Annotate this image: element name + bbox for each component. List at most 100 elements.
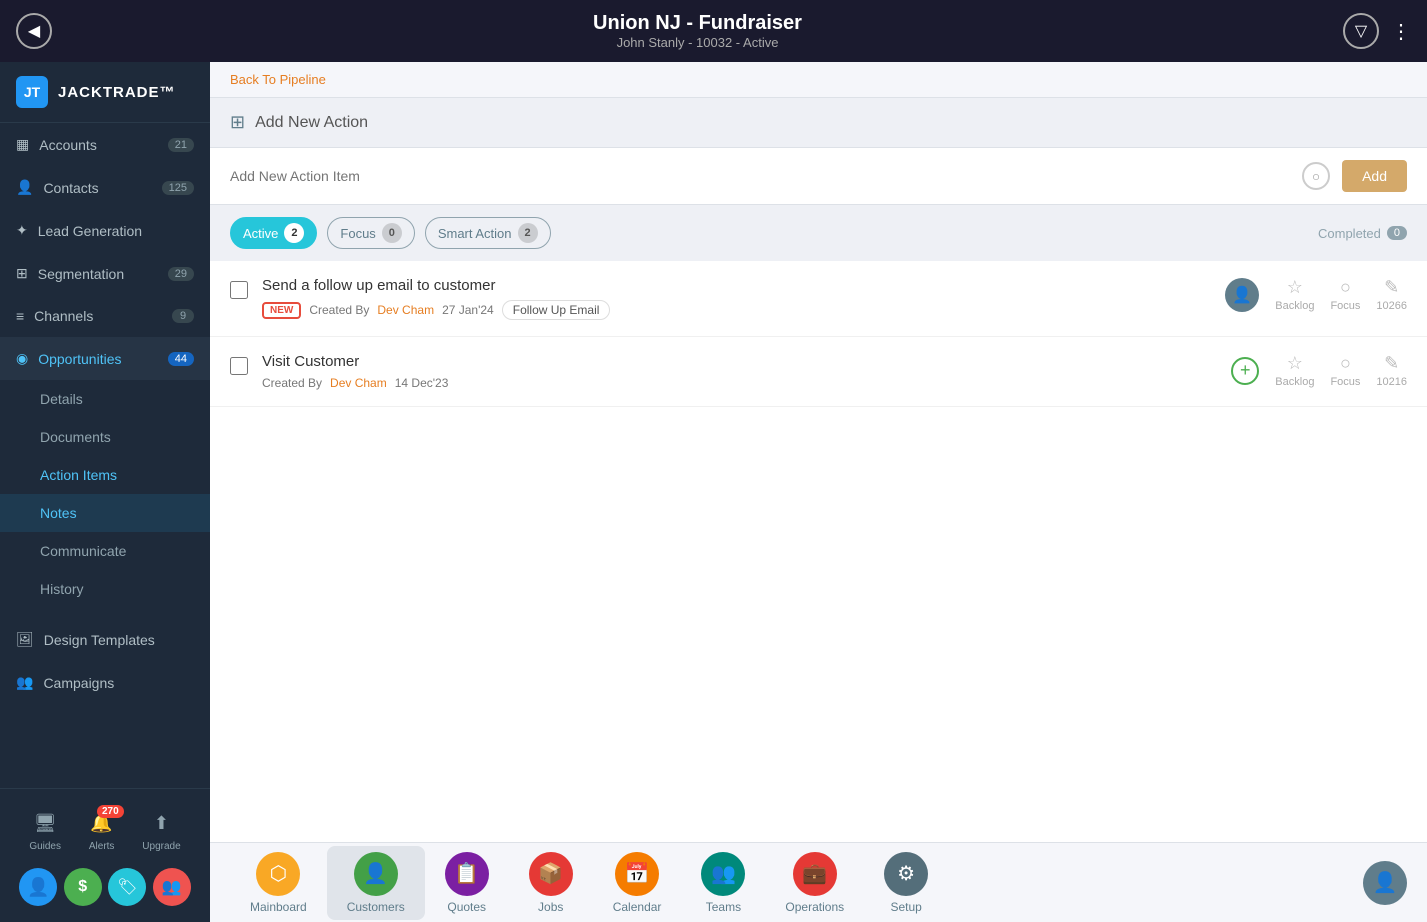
lead-gen-label: Lead Generation <box>38 223 142 239</box>
setup-icon: ⚙ <box>884 852 928 896</box>
edit-icon-2[interactable]: ✎ <box>1384 353 1399 374</box>
upgrade-button[interactable]: ⬆ Upgrade <box>142 809 180 852</box>
sidebar-bottom-icons: 🖥 Guides 🔔 270 Alerts ⬆ Upgrade <box>0 801 210 860</box>
dollar-avatar-btn[interactable]: $ <box>64 868 102 906</box>
quotes-icon: 📋 <box>445 852 489 896</box>
nav-mainboard[interactable]: ⬡ Mainboard <box>230 846 327 920</box>
tab-active[interactable]: Active 2 <box>230 217 317 249</box>
sidebar-item-details[interactable]: Details <box>0 380 210 418</box>
nav-operations[interactable]: 💼 Operations <box>765 846 864 920</box>
backlog-label-2: Backlog <box>1275 376 1314 388</box>
contacts-icon: 👤 <box>16 179 33 196</box>
filter-button[interactable]: ▽ <box>1343 13 1379 49</box>
focus-tab-badge: 0 <box>382 223 402 243</box>
upgrade-icon: ⬆ <box>147 809 175 837</box>
user-avatar-btn[interactable]: 👤 <box>19 868 57 906</box>
tag-avatar-btn[interactable]: 🏷 <box>108 868 146 906</box>
action-item-1-meta: NEW Created By Dev Cham 27 Jan'24 Follow… <box>262 300 1211 320</box>
topbar-center: Union NJ - Fundraiser John Stanly - 1003… <box>593 12 802 50</box>
channels-label: Channels <box>34 308 93 324</box>
nav-setup[interactable]: ⚙ Setup <box>864 846 948 920</box>
focus-tab-label: Focus <box>340 226 375 241</box>
contacts-label: Contacts <box>43 180 98 196</box>
edit-icon-1[interactable]: ✎ <box>1384 277 1399 298</box>
topbar: ◀ Union NJ - Fundraiser John Stanly - 10… <box>0 0 1427 62</box>
channels-badge: 9 <box>172 309 194 323</box>
sidebar-item-design-templates[interactable]: 🖼 Design Templates <box>0 618 210 661</box>
sidebar-item-contacts[interactable]: 👤 Contacts 125 <box>0 166 210 209</box>
action-item-2-add-btn[interactable]: + <box>1231 357 1259 385</box>
tab-smart-action[interactable]: Smart Action 2 <box>425 217 551 249</box>
opportunities-badge: 44 <box>168 352 194 366</box>
action-item-input[interactable] <box>230 168 1290 184</box>
focus-circle-icon[interactable]: ○ <box>1340 277 1351 298</box>
quotes-label: Quotes <box>447 900 486 914</box>
sidebar-item-lead-generation[interactable]: ✦ Lead Generation <box>0 209 210 252</box>
sidebar-item-notes[interactable]: Notes <box>0 494 210 532</box>
nav-teams[interactable]: 👥 Teams <box>681 846 765 920</box>
logo-icon: JT <box>16 76 48 108</box>
user-profile-avatar[interactable]: 👤 <box>1363 861 1407 905</box>
opportunities-label: Opportunities <box>38 351 121 367</box>
backlog-star-icon[interactable]: ☆ <box>1287 277 1303 298</box>
action-item-1-backlog: ☆ Backlog <box>1275 277 1314 312</box>
sidebar-item-action-items[interactable]: Action Items <box>0 456 210 494</box>
input-icon-button[interactable]: ○ <box>1302 162 1330 190</box>
focus-label: Focus <box>1330 300 1360 312</box>
add-action-button[interactable]: Add <box>1342 160 1407 192</box>
action-item-1-avatar: 👤 <box>1225 278 1259 312</box>
active-tab-label: Active <box>243 226 278 241</box>
action-item-2-title: Visit Customer <box>262 353 1217 370</box>
customers-label: Customers <box>347 900 405 914</box>
alerts-badge: 270 <box>97 805 124 818</box>
sidebar-item-communicate[interactable]: Communicate <box>0 532 210 570</box>
back-to-pipeline[interactable]: Back To Pipeline <box>210 62 1427 98</box>
nav-customers[interactable]: 👤 Customers <box>327 846 425 920</box>
sidebar-item-campaigns[interactable]: 👥 Campaigns <box>0 661 210 704</box>
back-button[interactable]: ◀ <box>16 13 52 49</box>
action-item-2-author: Dev Cham <box>330 376 387 390</box>
topbar-left: ◀ <box>16 13 52 49</box>
opportunities-icon: ◉ <box>16 350 28 367</box>
jobs-label: Jobs <box>538 900 563 914</box>
sidebar-item-documents[interactable]: Documents <box>0 418 210 456</box>
action-item-1-title: Send a follow up email to customer <box>262 277 1211 294</box>
action-item-1-checkbox[interactable] <box>230 281 248 299</box>
segmentation-badge: 29 <box>168 267 194 281</box>
action-item-1-date: 27 Jan'24 <box>442 303 494 317</box>
guides-label: Guides <box>29 841 61 852</box>
completed-label: Completed 0 <box>1318 226 1407 241</box>
nav-calendar[interactable]: 📅 Calendar <box>593 846 682 920</box>
backlog-star-icon-2[interactable]: ☆ <box>1287 353 1303 374</box>
action-item-1-author: Dev Cham <box>377 303 434 317</box>
more-button[interactable]: ⋮ <box>1391 19 1411 44</box>
channels-icon: ≡ <box>16 308 24 324</box>
nav-quotes[interactable]: 📋 Quotes <box>425 846 509 920</box>
sidebar-item-opportunities[interactable]: ◉ Opportunities 44 <box>0 337 210 380</box>
smart-action-tab-badge: 2 <box>518 223 538 243</box>
tab-focus[interactable]: Focus 0 <box>327 217 414 249</box>
operations-icon: 💼 <box>793 852 837 896</box>
sidebar-item-channels[interactable]: ≡ Channels 9 <box>0 295 210 337</box>
topbar-right: ▽ ⋮ <box>1343 13 1411 49</box>
segmentation-label: Segmentation <box>38 266 124 282</box>
sidebar-item-history[interactable]: History <box>0 570 210 608</box>
filter-row: Active 2 Focus 0 Smart Action 2 Complete… <box>210 205 1427 261</box>
sidebar-item-accounts[interactable]: ▦ Accounts 21 <box>0 123 210 166</box>
setup-label: Setup <box>890 900 921 914</box>
focus-label-2: Focus <box>1330 376 1360 388</box>
action-item-2-focus: ○ Focus <box>1330 353 1360 388</box>
action-item-1-tag: Follow Up Email <box>502 300 611 320</box>
sidebar-item-segmentation[interactable]: ⊞ Segmentation 29 <box>0 252 210 295</box>
back-icon: ◀ <box>28 21 40 41</box>
nav-jobs[interactable]: 📦 Jobs <box>509 846 593 920</box>
group-avatar-btn[interactable]: 👥 <box>153 868 191 906</box>
guides-button[interactable]: 🖥 Guides <box>29 809 61 852</box>
sidebar-bottom: 🖥 Guides 🔔 270 Alerts ⬆ Upgrade 👤 <box>0 788 210 922</box>
circle-icon: ○ <box>1312 169 1320 184</box>
focus-circle-icon-2[interactable]: ○ <box>1340 353 1351 374</box>
calendar-icon: 📅 <box>615 852 659 896</box>
alerts-button[interactable]: 🔔 270 Alerts <box>88 809 116 852</box>
action-item-1-id: ✎ 10266 <box>1376 277 1407 312</box>
action-item-2-checkbox[interactable] <box>230 357 248 375</box>
